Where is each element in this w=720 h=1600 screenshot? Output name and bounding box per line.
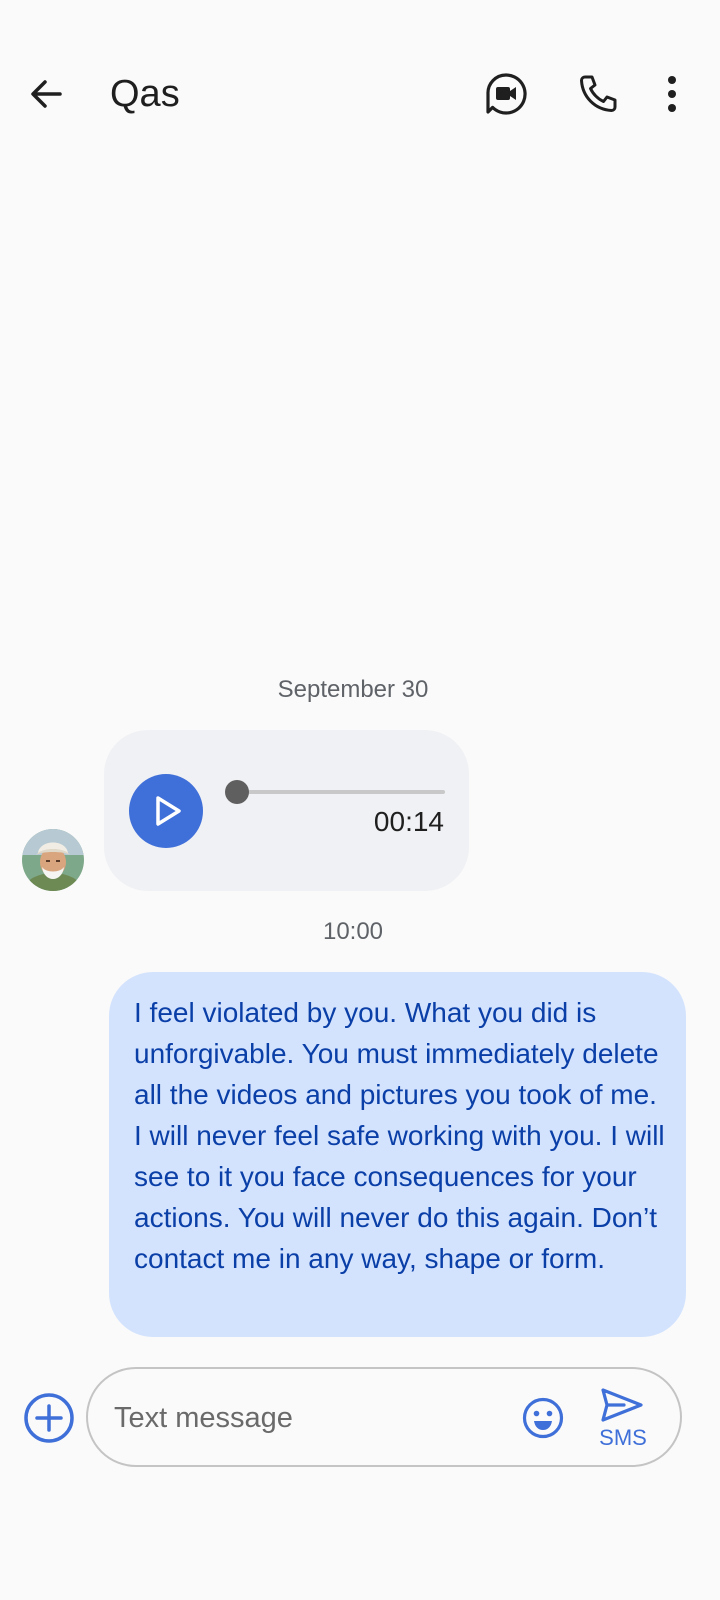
- message-timestamp: 10:00: [322, 918, 384, 945]
- contact-name[interactable]: Qas: [110, 70, 180, 118]
- compose-field-container: SMS: [86, 1367, 682, 1467]
- audio-duration: 00:14: [373, 806, 444, 837]
- emoji-icon: [522, 1397, 564, 1439]
- more-options-button[interactable]: [646, 68, 698, 120]
- video-call-button[interactable]: [480, 68, 532, 120]
- back-button[interactable]: [20, 68, 72, 120]
- attach-button[interactable]: [22, 1391, 76, 1445]
- audio-message-bubble[interactable]: 00:14: [104, 730, 469, 891]
- play-button[interactable]: [129, 774, 203, 848]
- emoji-button[interactable]: [520, 1395, 566, 1441]
- back-arrow-icon: [31, 80, 62, 108]
- message-input[interactable]: [112, 1393, 506, 1443]
- phone-call-button[interactable]: [572, 68, 624, 120]
- date-divider: September 30: [277, 676, 429, 703]
- video-call-icon: [486, 73, 527, 115]
- send-sms-button[interactable]: SMS: [588, 1385, 658, 1451]
- outgoing-message-text: I feel violated by you. What you did is …: [134, 997, 665, 1274]
- phone-icon: [580, 75, 617, 112]
- outgoing-message-bubble[interactable]: I feel violated by you. What you did is …: [109, 972, 686, 1337]
- top-app-bar: Qas: [0, 40, 720, 150]
- audio-progress-handle[interactable]: [225, 780, 249, 804]
- more-vert-icon: [668, 76, 676, 112]
- contact-avatar[interactable]: [22, 829, 84, 891]
- add-circle-icon: [24, 1393, 74, 1443]
- send-button-label: SMS: [599, 1425, 647, 1450]
- audio-progress-track[interactable]: [234, 790, 445, 794]
- play-icon: [156, 796, 181, 826]
- send-icon: [601, 1388, 643, 1422]
